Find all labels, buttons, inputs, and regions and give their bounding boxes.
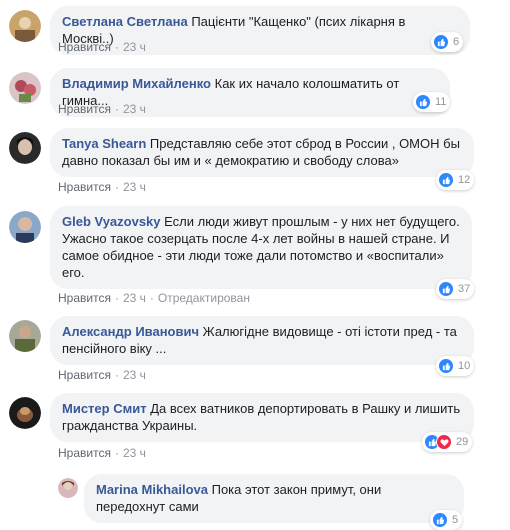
avatar[interactable]: [9, 72, 41, 104]
reaction-count: 37: [458, 283, 471, 295]
reaction-summary[interactable]: 29: [422, 432, 473, 452]
like-link[interactable]: Нравится: [58, 180, 111, 194]
avatar-image: [58, 478, 78, 498]
comment-actions: Нравится · 23 ч: [58, 40, 146, 54]
avatar-image: [9, 132, 41, 164]
timestamp[interactable]: 23 ч: [123, 446, 146, 460]
like-link[interactable]: Нравится: [58, 40, 111, 54]
avatar[interactable]: [9, 320, 41, 352]
separator: ·: [114, 446, 119, 460]
reaction-summary[interactable]: 37: [436, 279, 475, 299]
reaction-summary[interactable]: 6: [431, 32, 464, 52]
avatar[interactable]: [9, 10, 41, 42]
comment-bubble: Gleb Vyazovsky Если люди живут прошлым -…: [50, 206, 472, 289]
reaction-count: 12: [458, 174, 471, 186]
separator: ·: [114, 368, 119, 382]
comment-author[interactable]: Владимир Михайленко: [62, 76, 211, 91]
reaction-summary[interactable]: 10: [436, 356, 475, 376]
comment-author[interactable]: Светлана Светлана: [62, 14, 188, 29]
love-reaction-icon: [436, 434, 452, 450]
timestamp[interactable]: 23 ч: [123, 368, 146, 382]
comment-bubble: Мистер Смит Да всех ватников депортирова…: [50, 393, 474, 442]
comment-actions: Нравится · 23 ч: [58, 446, 146, 460]
reaction-count: 11: [435, 96, 447, 108]
avatar-image: [9, 320, 41, 352]
reaction-summary[interactable]: 11: [413, 92, 451, 112]
avatar-image: [9, 211, 41, 243]
reaction-count: 29: [456, 436, 469, 448]
like-link[interactable]: Нравится: [58, 102, 111, 116]
comment-bubble: Александр Иванович Жалюгідне видовище - …: [50, 316, 474, 365]
like-link[interactable]: Нравится: [58, 368, 111, 382]
comment-bubble: Tanya Shearn Представляю себе этот сброд…: [50, 128, 474, 177]
separator: ·: [114, 102, 119, 116]
avatar-image: [9, 10, 41, 42]
timestamp[interactable]: 23 ч: [123, 291, 146, 305]
like-reaction-icon: [438, 281, 454, 297]
reaction-count: 5: [452, 514, 459, 526]
avatar[interactable]: [58, 478, 78, 498]
comment-author[interactable]: Tanya Shearn: [62, 136, 146, 151]
like-reaction-icon: [438, 172, 454, 188]
separator: ·: [149, 291, 154, 305]
avatar[interactable]: [9, 211, 41, 243]
edited-label[interactable]: Отредактирован: [158, 291, 250, 305]
comment-actions: Нравится · 23 ч: [58, 368, 146, 382]
timestamp[interactable]: 23 ч: [123, 102, 146, 116]
like-reaction-icon: [432, 512, 448, 528]
comment-author[interactable]: Александр Иванович: [62, 324, 199, 339]
comment-actions: Нравится · 23 ч · Отредактирован: [58, 291, 250, 305]
separator: ·: [114, 291, 119, 305]
timestamp[interactable]: 23 ч: [123, 40, 146, 54]
like-reaction-icon: [415, 94, 431, 110]
reaction-summary[interactable]: 12: [436, 170, 475, 190]
like-reaction-icon: [438, 358, 454, 374]
reaction-count: 10: [458, 360, 471, 372]
separator: ·: [114, 40, 119, 54]
comment-author[interactable]: Gleb Vyazovsky: [62, 214, 161, 229]
comment-actions: Нравится · 23 ч: [58, 180, 146, 194]
comment-bubble: Marina Mikhailova Пока этот закон примут…: [84, 474, 464, 523]
like-link[interactable]: Нравится: [58, 291, 111, 305]
reaction-summary[interactable]: 5: [430, 510, 463, 530]
avatar[interactable]: [9, 397, 41, 429]
like-link[interactable]: Нравится: [58, 446, 111, 460]
reaction-count: 6: [453, 36, 460, 48]
avatar-image: [9, 72, 41, 104]
comment-author[interactable]: Marina Mikhailova: [96, 482, 208, 497]
like-reaction-icon: [433, 34, 449, 50]
comment-actions: Нравится · 23 ч: [58, 102, 146, 116]
avatar-image: [9, 397, 41, 429]
avatar[interactable]: [9, 132, 41, 164]
timestamp[interactable]: 23 ч: [123, 180, 146, 194]
comment-author[interactable]: Мистер Смит: [62, 401, 147, 416]
separator: ·: [114, 180, 119, 194]
